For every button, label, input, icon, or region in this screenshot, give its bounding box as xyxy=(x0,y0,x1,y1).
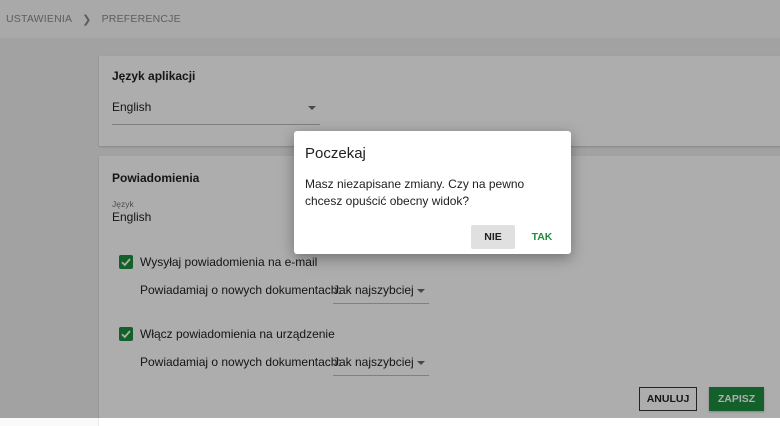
no-button[interactable]: NIE xyxy=(471,225,515,249)
dialog-title: Poczekaj xyxy=(305,145,366,162)
yes-button[interactable]: TAK xyxy=(524,225,560,249)
unsaved-changes-dialog: Poczekaj Masz niezapisane zmiany. Czy na… xyxy=(294,131,571,254)
dialog-message: Masz niezapisane zmiany. Czy na pewno ch… xyxy=(305,177,525,208)
